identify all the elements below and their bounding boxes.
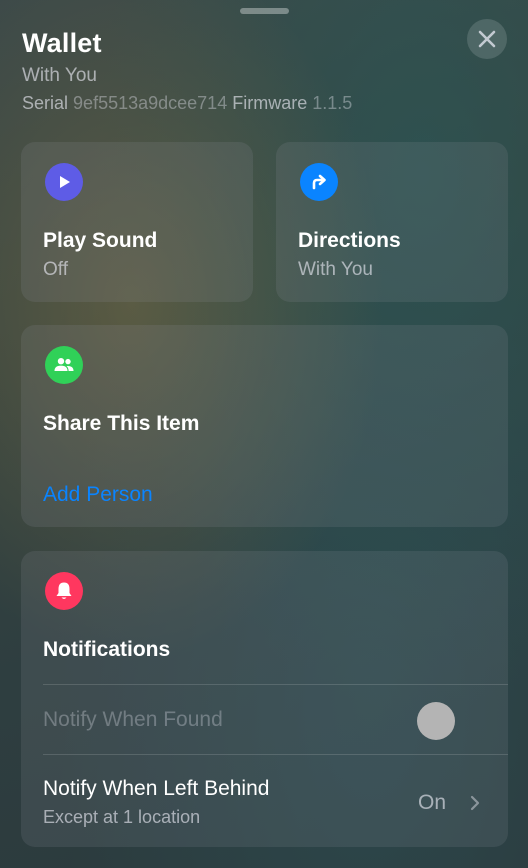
people-icon bbox=[45, 346, 83, 384]
item-detail-sheet: Wallet With You Serial 9ef5513a9dcee714 … bbox=[0, 0, 528, 868]
notify-when-found-toggle[interactable] bbox=[417, 702, 455, 740]
firmware-value: 1.1.5 bbox=[312, 93, 353, 113]
notify-when-left-behind-value: On bbox=[418, 791, 447, 814]
share-item-card: Share This Item Add Person bbox=[21, 325, 508, 527]
play-sound-status: Off bbox=[43, 259, 68, 280]
bell-icon bbox=[45, 572, 83, 610]
close-button[interactable] bbox=[467, 19, 507, 59]
directions-button[interactable]: Directions With You bbox=[276, 142, 508, 302]
directions-status: With You bbox=[298, 259, 373, 280]
notify-when-left-behind-sublabel: Except at 1 location bbox=[43, 807, 201, 827]
add-person-link[interactable]: Add Person bbox=[43, 483, 153, 507]
chevron-right-icon bbox=[470, 795, 480, 811]
share-item-label: Share This Item bbox=[43, 412, 200, 435]
notifications-label: Notifications bbox=[43, 638, 171, 661]
notify-when-found-label: Notify When Found bbox=[43, 708, 223, 731]
play-sound-button[interactable]: Play Sound Off bbox=[21, 142, 253, 302]
item-location-status: With You bbox=[22, 65, 97, 86]
divider bbox=[43, 684, 508, 685]
notify-when-left-behind-label: Notify When Left Behind bbox=[43, 777, 270, 800]
notifications-card: Notifications Notify When Found Notify W… bbox=[21, 551, 508, 847]
item-title: Wallet bbox=[22, 28, 102, 58]
play-icon bbox=[45, 163, 83, 201]
serial-value: 9ef5513a9dcee714 bbox=[73, 93, 228, 113]
directions-arrow-icon bbox=[300, 163, 338, 201]
serial-label: Serial bbox=[22, 93, 69, 113]
close-icon bbox=[478, 30, 496, 48]
sheet-grabber[interactable] bbox=[240, 8, 289, 14]
notify-when-left-behind-row[interactable]: Notify When Left Behind Except at 1 loca… bbox=[21, 755, 508, 847]
play-sound-label: Play Sound bbox=[43, 229, 158, 252]
directions-label: Directions bbox=[298, 229, 401, 252]
item-device-info: Serial 9ef5513a9dcee714 Firmware 1.1.5 bbox=[22, 93, 352, 114]
firmware-label: Firmware bbox=[232, 93, 308, 113]
